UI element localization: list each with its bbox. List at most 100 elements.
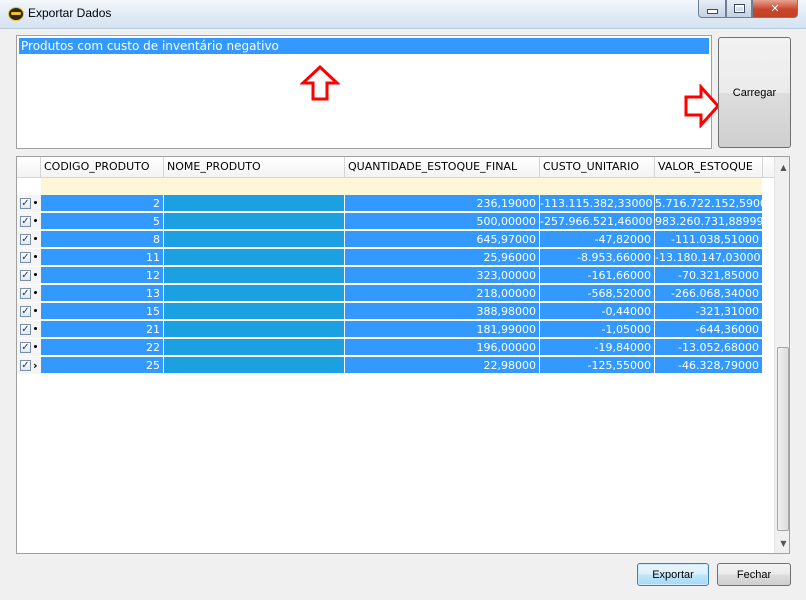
- column-header-quantidade-estoque-final[interactable]: QUANTIDADE_ESTOQUE_FINAL: [345, 157, 540, 177]
- cell-custo-unitario[interactable]: -161,66000: [540, 267, 655, 284]
- cell-valor-estoque[interactable]: -13.052,68000: [655, 339, 763, 356]
- cell-nome-produto[interactable]: [164, 357, 345, 374]
- cell-codigo-produto[interactable]: 11: [41, 249, 164, 266]
- cell-valor-estoque[interactable]: -46.328,79000: [655, 357, 763, 374]
- cell-codigo-produto[interactable]: 12: [41, 267, 164, 284]
- cell-codigo-produto[interactable]: 22: [41, 339, 164, 356]
- row-checkbox[interactable]: ✓: [20, 270, 31, 281]
- cell-nome-produto[interactable]: [164, 195, 345, 212]
- row-checkbox[interactable]: ✓: [20, 216, 31, 227]
- cell-nome-produto[interactable]: [164, 321, 345, 338]
- table-row[interactable]: ✓ 8 645,97000 -47,82000 -111.038,51000: [17, 231, 777, 249]
- cell-valor-estoque[interactable]: -321,31000: [655, 303, 763, 320]
- cell-custo-unitario[interactable]: -47,82000: [540, 231, 655, 248]
- export-button[interactable]: Exportar: [637, 563, 709, 586]
- query-list[interactable]: Produtos com custo de inventário negativ…: [16, 35, 712, 149]
- cell-valor-estoque[interactable]: -644,36000: [655, 321, 763, 338]
- cell-quantidade-estoque-final[interactable]: 181,99000: [345, 321, 540, 338]
- cell-valor-estoque[interactable]: -111.038,51000: [655, 231, 763, 248]
- column-header-valor-estoque[interactable]: VALOR_ESTOQUE: [655, 157, 763, 177]
- cell-valor-estoque[interactable]: 5.716.722.152,59000: [655, 195, 763, 212]
- close-button[interactable]: ✕: [752, 0, 798, 18]
- cell-codigo-produto[interactable]: 15: [41, 303, 164, 320]
- row-checkbox[interactable]: ✓: [20, 252, 31, 263]
- table-row[interactable]: ✓ 11 25,96000 -8.953,66000 -13.180.147,03000: [17, 249, 777, 267]
- row-checkbox[interactable]: ✓: [20, 342, 31, 353]
- cell-nome-produto[interactable]: [164, 213, 345, 230]
- cell-nome-produto[interactable]: [164, 303, 345, 320]
- cell-codigo-produto[interactable]: 21: [41, 321, 164, 338]
- cell-custo-unitario[interactable]: -0,44000: [540, 303, 655, 320]
- table-row[interactable]: ✓ 12 323,00000 -161,66000 -70.321,85000: [17, 267, 777, 285]
- table-row[interactable]: ✓ 5 500,00000 -257.966.521,46000 983.260.731…: [17, 213, 777, 231]
- column-header-custo-unitario[interactable]: CUSTO_UNITARIO: [540, 157, 655, 177]
- cell-custo-unitario[interactable]: -568,52000: [540, 285, 655, 302]
- row-checkbox[interactable]: ✓: [20, 360, 31, 371]
- table-row[interactable]: ✓ 2 236,19000 -113.115.382,33000 5.716.722.1…: [17, 195, 777, 213]
- cell-codigo-produto[interactable]: 25: [41, 357, 164, 374]
- cell-nome-produto[interactable]: [164, 231, 345, 248]
- cell-custo-unitario[interactable]: -19,84000: [540, 339, 655, 356]
- row-checkbox[interactable]: ✓: [20, 198, 31, 209]
- table-row[interactable]: ✓ 21 181,99000 -1,05000 -644,36000: [17, 321, 777, 339]
- close-dialog-button[interactable]: Fechar: [717, 563, 791, 586]
- table-row[interactable]: ✓ 13 218,00000 -568,52000 -266.068,34000: [17, 285, 777, 303]
- row-checkbox[interactable]: ✓: [20, 234, 31, 245]
- table-row[interactable]: ✓ 15 388,98000 -0,44000 -321,31000: [17, 303, 777, 321]
- cell-quantidade-estoque-final[interactable]: 22,98000: [345, 357, 540, 374]
- table-row[interactable]: ✓ 22 196,00000 -19,84000 -13.052,68000: [17, 339, 777, 357]
- scroll-down-arrow-icon[interactable]: ▼: [775, 535, 789, 552]
- cell-quantidade-estoque-final[interactable]: 500,00000: [345, 213, 540, 230]
- row-header[interactable]: ✓: [17, 267, 41, 284]
- cell-nome-produto[interactable]: [164, 267, 345, 284]
- cell-codigo-produto[interactable]: 13: [41, 285, 164, 302]
- column-header-nome-produto[interactable]: NOME_PRODUTO: [164, 157, 345, 177]
- row-checkbox[interactable]: ✓: [20, 288, 31, 299]
- cell-custo-unitario[interactable]: -8.953,66000: [540, 249, 655, 266]
- cell-custo-unitario[interactable]: -1,05000: [540, 321, 655, 338]
- cell-quantidade-estoque-final[interactable]: 645,97000: [345, 231, 540, 248]
- load-button[interactable]: Carregar: [718, 37, 791, 148]
- cell-nome-produto[interactable]: [164, 339, 345, 356]
- cell-custo-unitario[interactable]: -257.966.521,46000: [540, 213, 655, 230]
- row-header[interactable]: ✓: [17, 249, 41, 266]
- maximize-button[interactable]: [726, 0, 752, 18]
- cell-quantidade-estoque-final[interactable]: 323,00000: [345, 267, 540, 284]
- cell-quantidade-estoque-final[interactable]: 218,00000: [345, 285, 540, 302]
- table-row[interactable]: ✓ › 25 22,98000 -125,55000 -46.328,79000: [17, 357, 777, 375]
- cell-quantidade-estoque-final[interactable]: 25,96000: [345, 249, 540, 266]
- cell-quantidade-estoque-final[interactable]: 196,00000: [345, 339, 540, 356]
- cell-custo-unitario[interactable]: -113.115.382,33000: [540, 195, 655, 212]
- cell-nome-produto[interactable]: [164, 249, 345, 266]
- cell-valor-estoque[interactable]: -70.321,85000: [655, 267, 763, 284]
- cell-valor-estoque[interactable]: -13.180.147,03000: [655, 249, 763, 266]
- new-record-row[interactable]: [41, 178, 762, 195]
- scrollbar-thumb[interactable]: [777, 347, 789, 531]
- vertical-scrollbar[interactable]: ▲ ▼: [774, 157, 789, 553]
- row-header[interactable]: ✓: [17, 195, 41, 212]
- row-header[interactable]: ✓: [17, 321, 41, 338]
- cell-quantidade-estoque-final[interactable]: 388,98000: [345, 303, 540, 320]
- cell-codigo-produto[interactable]: 8: [41, 231, 164, 248]
- row-header[interactable]: ✓: [17, 231, 41, 248]
- row-checkbox[interactable]: ✓: [20, 324, 31, 335]
- column-header-codigo-produto[interactable]: CODIGO_PRODUTO: [41, 157, 164, 177]
- row-checkbox[interactable]: ✓: [20, 306, 31, 317]
- row-header[interactable]: ✓: [17, 339, 41, 356]
- cell-nome-produto[interactable]: [164, 285, 345, 302]
- row-header[interactable]: ✓: [17, 213, 41, 230]
- cell-quantidade-estoque-final[interactable]: 236,19000: [345, 195, 540, 212]
- cell-codigo-produto[interactable]: 2: [41, 195, 164, 212]
- cell-valor-estoque[interactable]: 983.260.731,889999: [655, 213, 763, 230]
- cell-codigo-produto[interactable]: 5: [41, 213, 164, 230]
- row-header[interactable]: ✓ ›: [17, 357, 41, 374]
- cell-custo-unitario[interactable]: -125,55000: [540, 357, 655, 374]
- query-list-item-selected[interactable]: Produtos com custo de inventário negativ…: [19, 38, 709, 54]
- scroll-up-arrow-icon[interactable]: ▲: [775, 159, 789, 176]
- row-header[interactable]: ✓: [17, 303, 41, 320]
- cell-valor-estoque[interactable]: -266.068,34000: [655, 285, 763, 302]
- title-bar[interactable]: Exportar Dados ✕: [0, 0, 806, 29]
- minimize-button[interactable]: [698, 0, 726, 18]
- data-grid[interactable]: CODIGO_PRODUTO NOME_PRODUTO QUANTIDADE_E…: [16, 156, 790, 554]
- row-header[interactable]: ✓: [17, 285, 41, 302]
